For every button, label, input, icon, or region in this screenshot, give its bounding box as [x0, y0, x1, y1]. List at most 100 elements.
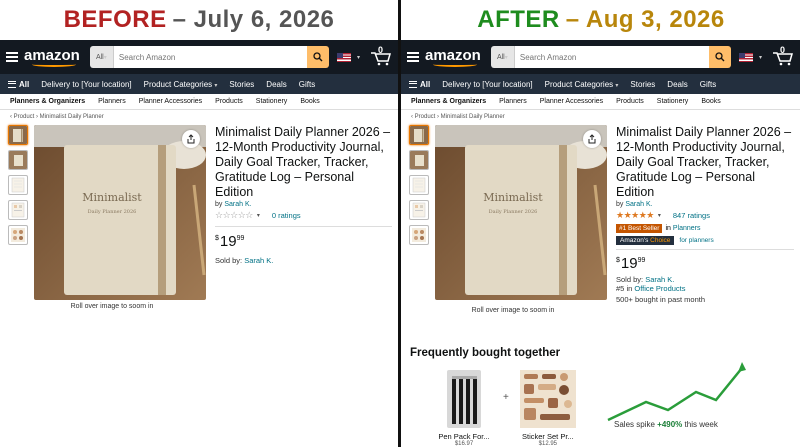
planner-photo: Minimalist Daily Planner 2026	[435, 125, 607, 300]
sold-by-line: Sold by: Sarah K.	[215, 256, 392, 265]
deals-link[interactable]: Deals	[667, 80, 687, 89]
thumbnail[interactable]	[409, 200, 429, 220]
thumbnail[interactable]	[8, 200, 28, 220]
product-image[interactable]: Minimalist Daily Planner 2026	[34, 125, 206, 300]
thumbnail[interactable]	[8, 125, 28, 145]
planner-thumb-image	[410, 151, 428, 169]
sales-trend-line	[607, 367, 743, 422]
rank-number: #5	[616, 284, 625, 293]
amazons-choice-badge[interactable]: Amazon's Choice	[616, 236, 675, 245]
page-thumb-image	[11, 177, 25, 193]
thumbnail[interactable]	[8, 175, 28, 195]
subnav-books[interactable]: Books	[300, 98, 319, 105]
subnav-stationery[interactable]: Stationery	[657, 98, 689, 105]
amazons-choice-line: Amazon's Choice for planners	[616, 236, 794, 245]
search-scope-dropdown[interactable]: All ▾	[89, 46, 114, 68]
gifts-link[interactable]: Gifts	[299, 80, 315, 89]
gifts-link[interactable]: Gifts	[700, 80, 716, 89]
subnav-planners-organizers[interactable]: Planners & Organizers	[411, 98, 486, 105]
stories-link[interactable]: Stories	[630, 80, 655, 89]
stories-link[interactable]: Stories	[229, 80, 254, 89]
subnav-planners-organizers[interactable]: Planners & Organizers	[10, 98, 85, 105]
caret-down-icon: ▾	[615, 82, 619, 89]
sales-spike-label: Sales spike	[614, 420, 655, 429]
share-button[interactable]	[182, 130, 200, 148]
search-button[interactable]	[708, 46, 731, 68]
delivery-link[interactable]: Delivery to [Your location]	[442, 80, 532, 89]
after-label: AFTER	[477, 6, 560, 33]
thumbnail[interactable]	[8, 150, 28, 170]
search-button[interactable]	[306, 46, 329, 68]
best-seller-category-link[interactable]: Planners	[673, 225, 701, 232]
seller-link[interactable]: Sarah K.	[244, 256, 273, 265]
subnav-planner-accessories[interactable]: Planner Accessories	[540, 98, 603, 105]
search-input[interactable]	[113, 46, 307, 68]
thumbnail[interactable]	[8, 225, 28, 245]
frequently-bought-title: Frequently bought together	[410, 347, 561, 359]
product-image[interactable]: Minimalist Daily Planner 2026	[435, 125, 607, 300]
top-nav: amazon All▾ ▾ 0	[0, 40, 398, 74]
thumbnail[interactable]	[409, 175, 429, 195]
subnav-planners[interactable]: Planners	[499, 98, 527, 105]
ratings-count-link[interactable]: 847 ratings	[673, 211, 710, 220]
brand-link[interactable]: Sarah K.	[224, 201, 251, 208]
product-categories-menu[interactable]: Product Categories ▾	[545, 80, 619, 89]
all-menu-button[interactable]: All	[8, 80, 29, 89]
search-input[interactable]	[514, 46, 709, 68]
menu-icon[interactable]	[407, 52, 419, 62]
delivery-link[interactable]: Delivery to [Your location]	[41, 80, 131, 89]
cover-title: Minimalist	[82, 191, 142, 204]
fbt-item-stickers[interactable]: Sticker Set Pr... $12.95	[517, 368, 579, 447]
amazons-choice-prefix: Amazon's	[620, 237, 649, 244]
cover-subtitle: Daily Planner 2026	[489, 209, 538, 215]
star-rating-icon[interactable]: ☆☆☆☆☆	[215, 210, 253, 221]
amazon-logo[interactable]: amazon	[24, 47, 80, 67]
cart-count: 0	[780, 45, 786, 55]
rank-category-link[interactable]: Office Products	[634, 284, 685, 293]
product-categories-menu[interactable]: Product Categories ▾	[144, 80, 218, 89]
chevron-down-icon[interactable]: ▾	[658, 212, 661, 219]
rollover-hint: Roll over image to soom in	[471, 307, 555, 314]
subnav-planner-accessories[interactable]: Planner Accessories	[139, 98, 202, 105]
search-scope-dropdown[interactable]: All ▾	[490, 46, 515, 68]
thumbnail[interactable]	[409, 125, 429, 145]
amazon-logo[interactable]: amazon	[425, 47, 481, 67]
ratings-count-link[interactable]: 0 ratings	[272, 211, 301, 220]
breadcrumb[interactable]: ‹ Product › Minimalist Daily Planner	[401, 110, 800, 120]
price-whole: 19	[620, 255, 638, 272]
share-button[interactable]	[583, 130, 601, 148]
trend-arrow-icon	[738, 362, 746, 372]
all-menu-button[interactable]: All	[409, 80, 430, 89]
us-flag-icon[interactable]	[738, 52, 753, 62]
fbt-item-pens[interactable]: Pen Pack For... $16.97	[433, 368, 495, 447]
subnav-planners[interactable]: Planners	[98, 98, 126, 105]
thumbnail[interactable]	[409, 150, 429, 170]
seller-link[interactable]: Sarah K.	[645, 275, 674, 284]
best-seller-badge[interactable]: #1 Best Seller	[616, 224, 663, 233]
cart-button[interactable]: 0	[370, 45, 392, 66]
secondary-nav: All Delivery to [Your location] Product …	[0, 74, 398, 94]
amazons-choice-for[interactable]: for planners	[679, 237, 713, 244]
thumbnail[interactable]	[409, 225, 429, 245]
after-date: – Aug 3, 2026	[565, 6, 725, 33]
breadcrumb[interactable]: ‹ Product › Minimalist Daily Planner	[0, 110, 398, 120]
star-rating-icon[interactable]: ★★★★★	[616, 210, 654, 221]
subnav-books[interactable]: Books	[701, 98, 720, 105]
subnav-stationery[interactable]: Stationery	[256, 98, 288, 105]
secondary-nav: All Delivery to [Your location] Product …	[401, 74, 800, 94]
pen-pack-image	[434, 368, 494, 430]
us-flag-icon[interactable]	[336, 52, 351, 62]
rank-line: #5 in Office Products	[616, 284, 794, 293]
deals-link[interactable]: Deals	[266, 80, 286, 89]
product-categories-label: Product Categories	[544, 79, 614, 89]
subnav-products[interactable]: Products	[616, 98, 644, 105]
subnav-products[interactable]: Products	[215, 98, 243, 105]
page-thumb-image	[412, 202, 426, 218]
brand-link[interactable]: Sarah K.	[625, 201, 652, 208]
search-bar: All ▾	[490, 46, 731, 68]
menu-icon[interactable]	[6, 52, 18, 62]
rollover-hint: Roll over image to soom in	[70, 303, 154, 310]
share-icon	[187, 134, 195, 144]
cart-button[interactable]: 0	[772, 45, 794, 66]
chevron-down-icon[interactable]: ▾	[257, 212, 260, 219]
